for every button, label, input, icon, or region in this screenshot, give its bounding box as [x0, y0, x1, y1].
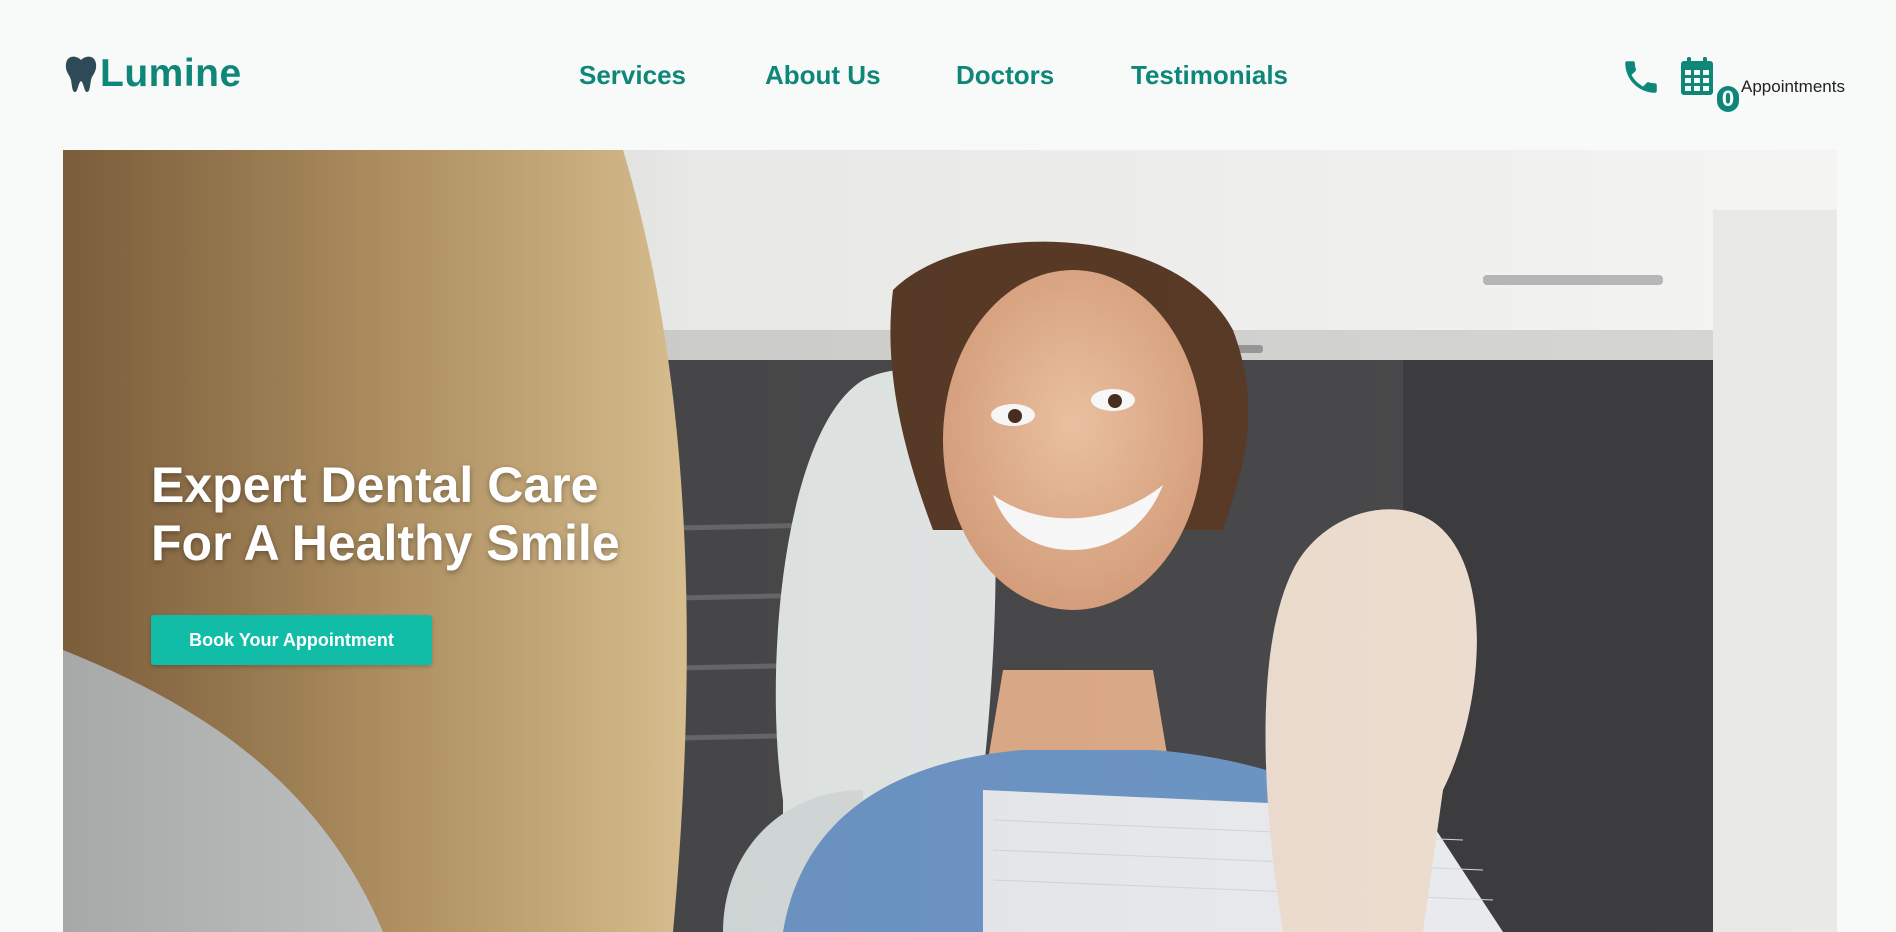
site-header: Lumine Services About Us Doctors Testimo…: [0, 0, 1896, 150]
hero-title-line-1: Expert Dental Care: [151, 456, 599, 513]
book-appointment-button[interactable]: Book Your Appointment: [151, 615, 432, 665]
appointments-count-badge: 0: [1717, 86, 1739, 112]
appointments-label[interactable]: Appointments: [1741, 77, 1845, 97]
hero-title: Expert Dental Care For A Healthy Smile: [151, 456, 620, 572]
header-actions: 0 Appointments: [1620, 52, 1845, 112]
nav-link-doctors[interactable]: Doctors: [956, 60, 1054, 91]
nav-link-about-us[interactable]: About Us: [765, 60, 881, 91]
nav-link-testimonials[interactable]: Testimonials: [1131, 60, 1288, 91]
hero-title-line-2: For A Healthy Smile: [151, 514, 620, 571]
calendar-icon: [1681, 57, 1713, 95]
hero-section: Expert Dental Care For A Healthy Smile B…: [63, 150, 1837, 932]
appointments-cart[interactable]: 0: [1680, 56, 1739, 112]
tooth-icon: [65, 56, 97, 92]
nav-link-services[interactable]: Services: [579, 60, 686, 91]
phone-icon[interactable]: [1620, 56, 1662, 98]
brand-logo[interactable]: Lumine: [64, 52, 242, 96]
brand-name: Lumine: [100, 52, 242, 95]
